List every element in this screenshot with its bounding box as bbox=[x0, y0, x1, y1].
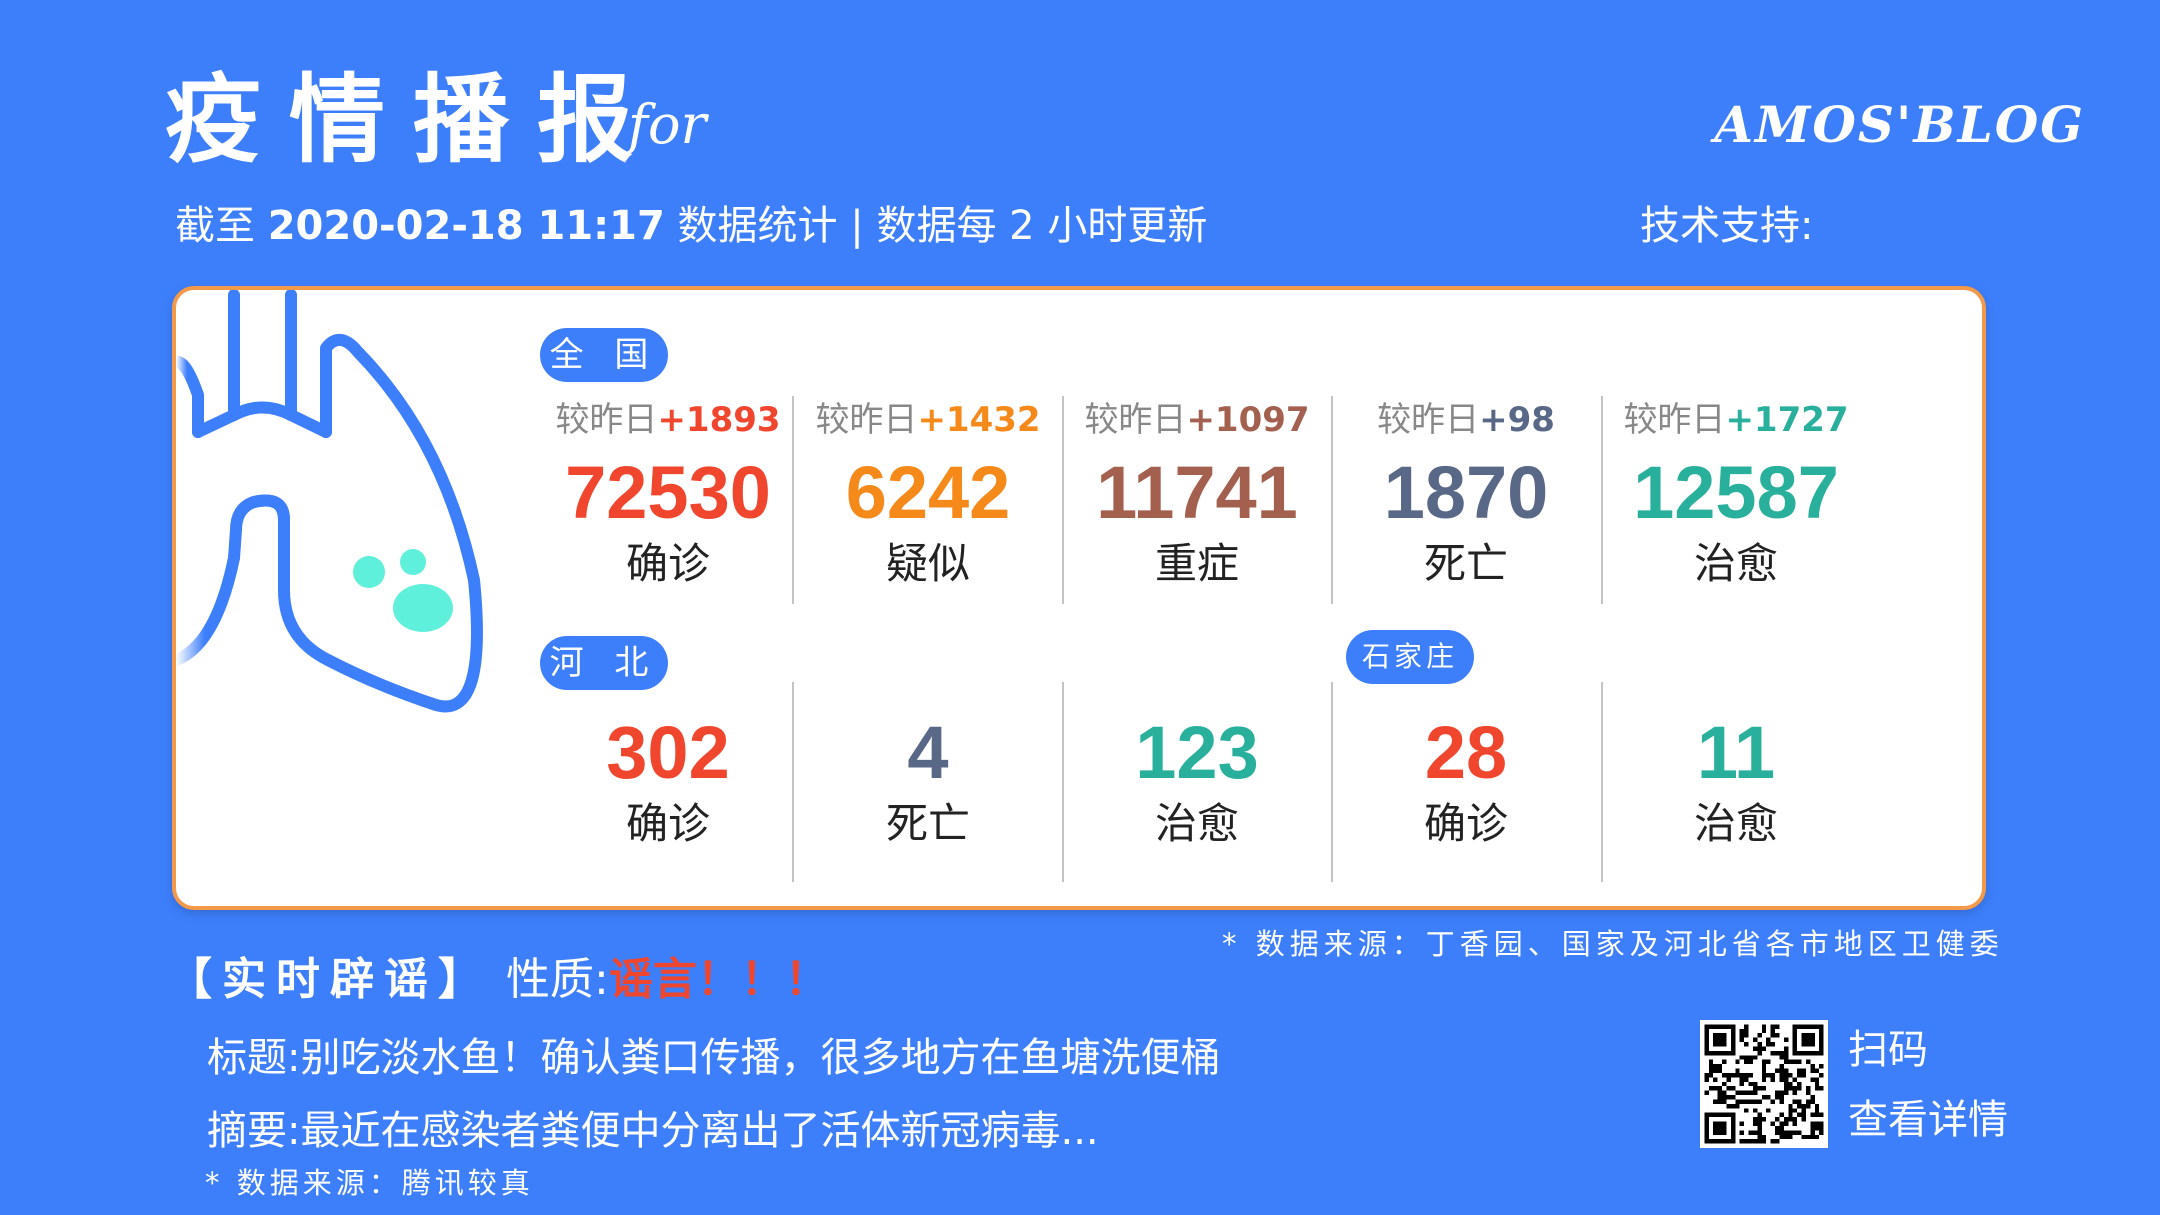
compare-line: 较昨日+98 bbox=[1377, 400, 1555, 440]
stat-label: 死亡 bbox=[885, 799, 970, 848]
stat-value: 1870 bbox=[1383, 451, 1549, 534]
province-confirmed: 302 确诊 bbox=[536, 708, 800, 850]
badge-city: 石家庄 bbox=[1346, 630, 1474, 684]
rumor-source-note: * 数据来源：腾讯较真 bbox=[205, 1166, 534, 1200]
rumor-section-label: 【实时辟谣】 bbox=[168, 954, 492, 1005]
data-source-note: * 数据来源：丁香园、国家及河北省各市地区卫健委 bbox=[1222, 927, 2004, 961]
national-deaths: 较昨日+98 1870 死亡 bbox=[1334, 398, 1598, 590]
update-info: 截至 2020-02-18 11:17 数据统计 | 数据每 2 小时更新 bbox=[175, 198, 1207, 254]
national-severe: 较昨日+1097 11741 重症 bbox=[1065, 398, 1329, 590]
compare-line: 较昨日+1432 bbox=[815, 400, 1041, 440]
stat-value: 72530 bbox=[565, 451, 771, 534]
rumor-title: 标题:别吃淡水鱼！确认粪口传播，很多地方在鱼塘洗便桶 bbox=[207, 1030, 1220, 1086]
stat-label: 治愈 bbox=[1154, 799, 1239, 848]
rumor-summary-label: 摘要: bbox=[207, 1108, 301, 1154]
divider bbox=[1062, 682, 1064, 882]
delta-value: +1727 bbox=[1725, 400, 1849, 440]
stats-card: 全 国 河 北 石家庄 较昨日+1893 72530 确诊 较昨日+1432 6… bbox=[172, 286, 1986, 910]
tech-support-label: 技术支持: bbox=[1640, 203, 1814, 249]
qr-label-details: 查看详情 bbox=[1848, 1097, 2008, 1143]
delta-value: +98 bbox=[1479, 400, 1555, 440]
stat-label: 确诊 bbox=[625, 799, 710, 848]
stat-label: 死亡 bbox=[1423, 539, 1508, 588]
lung-illustration-icon bbox=[176, 290, 483, 713]
stat-value: 123 bbox=[1135, 711, 1259, 794]
province-deaths: 4 死亡 bbox=[796, 708, 1060, 850]
stat-value: 12587 bbox=[1633, 451, 1839, 534]
rumor-summary-text: 最近在感染者粪便中分离出了活体新冠病毒... bbox=[300, 1108, 1099, 1154]
blog-logo: AMOS'BLOG bbox=[1714, 95, 2085, 154]
compare-line: 较昨日+1097 bbox=[1084, 400, 1310, 440]
page-title: 疫情播报 bbox=[165, 63, 661, 176]
update-datetime: 2020-02-18 11:17 bbox=[267, 203, 665, 249]
badge-province: 河 北 bbox=[540, 636, 668, 690]
rumor-title-text: 别吃淡水鱼！确认粪口传播，很多地方在鱼塘洗便桶 bbox=[300, 1035, 1221, 1081]
province-recovered: 123 治愈 bbox=[1065, 708, 1329, 850]
stat-note: 数据统计 | 数据每 2 小时更新 bbox=[677, 203, 1208, 249]
city-recovered: 11 治愈 bbox=[1604, 708, 1868, 850]
rumor-verdict: 谣言！！！ bbox=[608, 954, 829, 1005]
stat-label: 疑似 bbox=[885, 539, 970, 588]
stat-value: 302 bbox=[606, 711, 730, 794]
as-of-prefix: 截至 bbox=[175, 203, 255, 249]
divider bbox=[1062, 396, 1064, 604]
divider bbox=[1331, 682, 1333, 882]
title-suffix: for bbox=[628, 93, 707, 156]
divider bbox=[1331, 396, 1333, 604]
stat-value: 6242 bbox=[845, 451, 1011, 534]
national-confirmed: 较昨日+1893 72530 确诊 bbox=[536, 398, 800, 590]
stat-value: 11741 bbox=[1096, 451, 1298, 534]
rumor-header: 【实时辟谣】 性质:谣言！！！ bbox=[168, 950, 829, 1010]
divider bbox=[1601, 682, 1603, 882]
rumor-title-label: 标题: bbox=[207, 1035, 301, 1081]
stat-value: 11 bbox=[1696, 711, 1776, 794]
divider bbox=[1601, 396, 1603, 604]
national-recovered: 较昨日+1727 12587 治愈 bbox=[1604, 398, 1868, 590]
badge-national: 全 国 bbox=[540, 328, 668, 382]
stat-label: 重症 bbox=[1154, 539, 1239, 588]
qr-label-scan: 扫码 bbox=[1848, 1027, 1928, 1073]
compare-line: 较昨日+1727 bbox=[1623, 400, 1849, 440]
delta-value: +1097 bbox=[1186, 400, 1310, 440]
stat-label: 治愈 bbox=[1693, 539, 1778, 588]
rumor-summary: 摘要:最近在感染者粪便中分离出了活体新冠病毒... bbox=[207, 1103, 1099, 1159]
stat-label: 确诊 bbox=[625, 539, 710, 588]
qr-code-icon[interactable] bbox=[1700, 1020, 1828, 1148]
stat-label: 确诊 bbox=[1423, 799, 1508, 848]
rumor-nature-label: 性质: bbox=[506, 954, 609, 1005]
stat-value: 4 bbox=[907, 711, 949, 794]
city-confirmed: 28 确诊 bbox=[1334, 708, 1598, 850]
national-suspected: 较昨日+1432 6242 疑似 bbox=[796, 398, 1060, 590]
compare-line: 较昨日+1893 bbox=[555, 400, 781, 440]
delta-value: +1893 bbox=[657, 400, 781, 440]
delta-value: +1432 bbox=[917, 400, 1041, 440]
stat-value: 28 bbox=[1424, 711, 1508, 794]
stat-label: 治愈 bbox=[1693, 799, 1778, 848]
